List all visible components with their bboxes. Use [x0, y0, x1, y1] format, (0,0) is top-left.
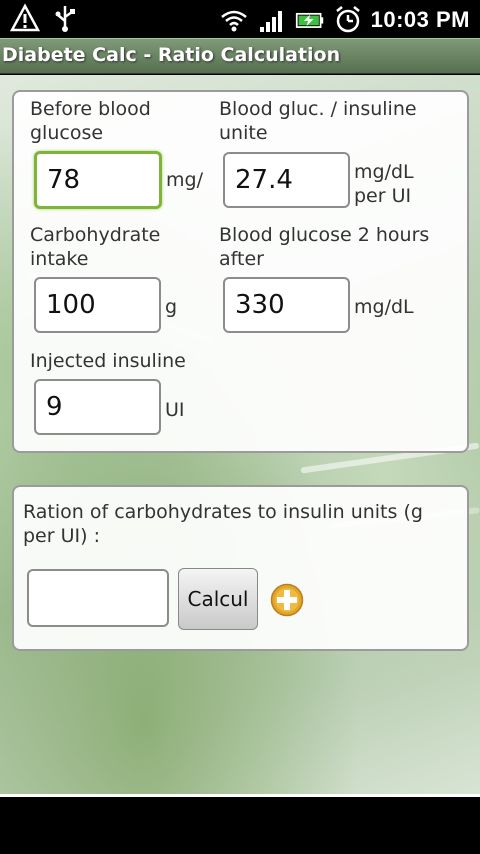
- injected-insuline-label: Injected insuline: [30, 350, 186, 372]
- carb-intake-label: Carbohydrate intake: [30, 224, 161, 270]
- injected-insuline-input[interactable]: 9: [34, 379, 161, 435]
- before-glucose-label: Before blood glucose: [30, 98, 151, 144]
- gluc-per-unit-label: Blood gluc. / insuline unite: [219, 98, 417, 144]
- signal-icon: [259, 11, 282, 32]
- status-bar: 10:03 PM: [0, 0, 480, 38]
- after-glucose-input[interactable]: 330: [223, 277, 350, 333]
- after-glucose-label: Blood glucose 2 hours after: [219, 224, 430, 270]
- bottom-bar: [0, 797, 480, 854]
- usb-icon: [55, 6, 75, 32]
- result-input[interactable]: [27, 569, 169, 627]
- page-title: Diabete Calc - Ratio Calculation: [2, 44, 341, 66]
- before-glucose-input[interactable]: 78: [34, 151, 162, 209]
- carb-intake-input[interactable]: 100: [34, 277, 161, 333]
- wifi-icon: [220, 10, 247, 32]
- title-bar: Diabete Calc - Ratio Calculation: [0, 38, 480, 74]
- gluc-per-unit-input[interactable]: 27.4: [223, 152, 350, 208]
- gluc-per-unit-unit-line2: per UI: [354, 185, 412, 207]
- warning-icon: [10, 3, 40, 32]
- carb-intake-unit: g: [165, 296, 178, 318]
- status-clock: 10:03 PM: [370, 7, 470, 32]
- before-glucose-unit: mg/: [166, 169, 203, 191]
- injected-insuline-unit: UI: [165, 399, 185, 421]
- calcul-button[interactable]: Calcul: [178, 568, 258, 630]
- battery-icon: [295, 12, 323, 28]
- result-label: Ration of carbohydrates to insulin units…: [23, 501, 423, 547]
- alarm-icon: [335, 6, 360, 33]
- gluc-per-unit-unit-line1: mg/dL: [354, 161, 414, 183]
- plus-circle-icon[interactable]: [270, 583, 304, 617]
- after-glucose-unit: mg/dL: [354, 296, 414, 318]
